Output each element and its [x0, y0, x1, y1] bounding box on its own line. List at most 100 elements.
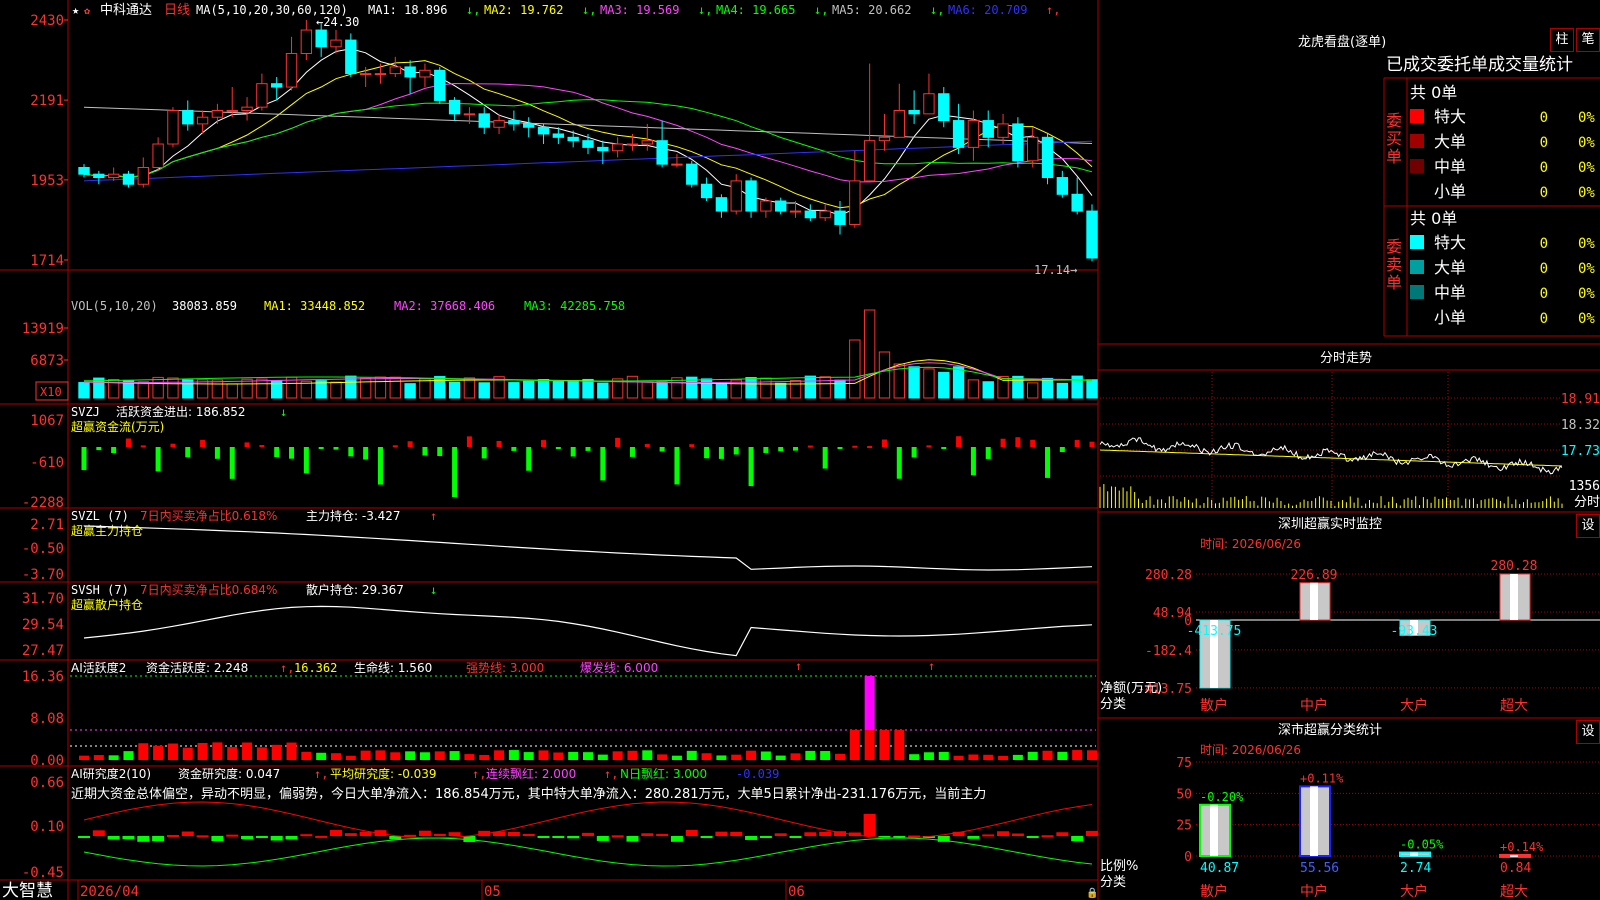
svzl-ytick: 2.71	[30, 517, 64, 533]
candle-body	[1071, 193, 1083, 212]
stock-name: 中科通达	[100, 3, 152, 18]
vol-bar	[434, 376, 446, 399]
svzj-bar	[896, 447, 902, 479]
sell-swatch	[1410, 260, 1424, 274]
candle-body	[804, 210, 817, 219]
svzj-ytick: -2288	[22, 495, 64, 511]
settings-dot-icon[interactable]: ✿	[84, 6, 90, 17]
panel-frames	[0, 0, 1600, 900]
svzj-bar	[333, 447, 339, 450]
candle-body	[938, 93, 950, 122]
ai2-bar	[359, 832, 372, 836]
vol-header: VOL(5,10,20)	[71, 299, 158, 313]
svzj-bar	[481, 447, 487, 459]
vol-bar	[552, 380, 565, 399]
svzj-bar	[244, 442, 250, 447]
ai1-yticks: 16.36 8.08 0.00	[22, 669, 64, 769]
ai1-bar	[998, 755, 1009, 760]
ai1-arrow: ↑,	[280, 661, 294, 675]
ai2-ytick: -0.45	[22, 865, 64, 881]
ai1-bar	[731, 754, 742, 760]
svzj-bar	[718, 447, 724, 459]
ai1-bar	[746, 750, 757, 760]
svzj-bar	[214, 447, 220, 459]
ma-legend-item-1: MA1: 18.896	[368, 3, 447, 17]
monitor-side-label: 净额(万元)	[1100, 681, 1162, 696]
svzj-bar	[570, 447, 576, 457]
ma-line-1	[83, 48, 1093, 216]
svzl-ytick: -3.70	[22, 567, 64, 583]
ma-legend-item-2: MA2: 19.762	[484, 3, 563, 17]
ai1-bar	[597, 754, 608, 760]
svzl-arrow: ↑	[430, 509, 437, 523]
period-label[interactable]: 日线	[164, 3, 190, 18]
candle-body	[1041, 136, 1054, 179]
buy-row-pct: 0%	[1578, 110, 1595, 126]
vol-bar	[226, 383, 238, 399]
ai2-bar	[997, 831, 1010, 836]
buy-row-count: 0	[1540, 110, 1548, 126]
classify-chart: 75 50 25 0 比例%分类 -0.20% 40.87 散户 +0.11% 55.56 中户 -0…	[1100, 756, 1600, 900]
candle-body	[434, 69, 446, 101]
ai2-bars	[78, 801, 1098, 867]
lock-icon[interactable]: 🔒	[1086, 887, 1098, 899]
ai2-bar	[582, 832, 594, 836]
ai1-v3: 生命线: 1.560	[354, 660, 432, 675]
candle-body	[537, 126, 550, 135]
ai1-bar	[938, 751, 949, 760]
ai2-v5: -0.039	[736, 767, 779, 781]
monitor-settings-button[interactable]: 设	[1576, 514, 1600, 538]
ai1-bar	[286, 742, 297, 760]
candle-body	[878, 136, 891, 142]
ai2-bar	[300, 834, 313, 837]
svzj-bar	[303, 447, 309, 474]
svzj-bar	[837, 447, 843, 449]
ai1-bar	[360, 750, 371, 760]
ai1-bar	[686, 750, 697, 760]
svzj-bar	[392, 445, 398, 448]
ai2-bar	[330, 830, 342, 836]
vol-bar	[908, 366, 920, 399]
ai2-bar	[122, 836, 135, 840]
buy-row-label: 中单	[1434, 157, 1466, 176]
svzj-bar	[733, 447, 739, 455]
classify-change-label: +0.11%	[1300, 771, 1344, 785]
chart-stage[interactable]: ★ ✿ 中科通达 日线 MA(5,10,20,30,60,120) MA1: 1…	[0, 0, 1600, 900]
sell-total: 共 0单	[1410, 209, 1457, 228]
candle-body	[78, 166, 90, 175]
tick-view-button[interactable]: 笔	[1576, 28, 1600, 52]
candle-body	[1012, 123, 1024, 162]
vol-bar	[1056, 382, 1069, 399]
svzj-bar	[956, 436, 962, 447]
sell-row-pct: 0%	[1578, 261, 1595, 277]
vol-bar	[537, 378, 550, 399]
monitor-value-label: -93.43	[1391, 624, 1438, 639]
monitor-time: 时间: 2026/06/26	[1200, 537, 1301, 551]
star-icon[interactable]: ★	[72, 3, 79, 17]
sell-row-label: 大单	[1434, 258, 1466, 277]
candle-body	[760, 200, 772, 212]
candle-body	[715, 197, 728, 212]
column-view-button[interactable]: 柱	[1550, 28, 1574, 52]
buy-side-label: 买	[1386, 129, 1402, 148]
ai1-v4: 强势线: 3.000	[466, 661, 544, 675]
classify-bar-highlight	[1510, 854, 1518, 857]
classify-settings-button[interactable]: 设	[1576, 720, 1600, 744]
ai1-bar	[1027, 751, 1038, 760]
vol-bar	[923, 368, 935, 399]
vol-bar	[196, 379, 209, 399]
candle-body	[819, 210, 831, 219]
monitor-chart: 280.2848.940-182.4-413.75净额(万元)分类-413.75…	[1100, 559, 1600, 714]
vol-bar	[419, 378, 431, 399]
svsh-hold: 散户持仓: 29.367	[306, 582, 404, 597]
ai2-ytick: 0.66	[30, 775, 64, 791]
ai1-bar	[182, 747, 193, 760]
svzj-bar	[674, 447, 680, 485]
svsh-line	[83, 605, 1093, 657]
svzj-bar	[644, 444, 650, 447]
svzj-bar	[496, 440, 502, 447]
candle-body	[508, 120, 520, 125]
svsh-ytick: 31.70	[22, 591, 64, 607]
ai1-bar	[375, 750, 386, 760]
ai2-bar	[1056, 832, 1069, 836]
